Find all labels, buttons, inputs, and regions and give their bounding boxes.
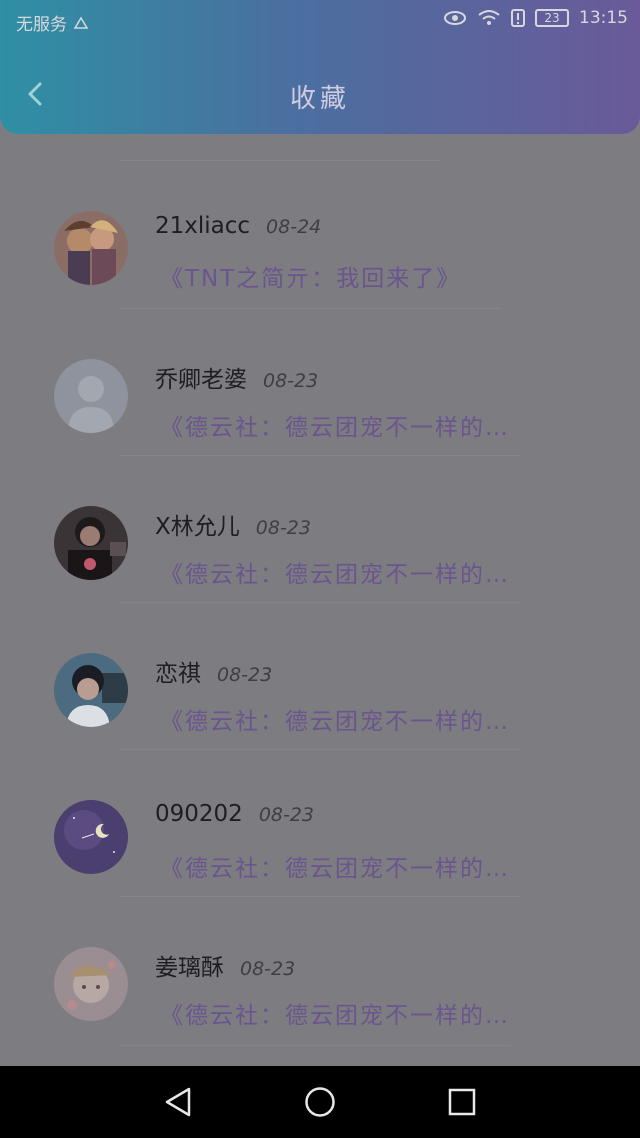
avatar[interactable] — [54, 947, 128, 1021]
list-item[interactable]: 姜璃酥 08-23 《德云社：德云团宠不一样的… — [0, 910, 640, 1057]
wifi-icon — [477, 9, 501, 27]
status-bar: 无服务 23 13:15 — [0, 0, 640, 44]
item-title[interactable]: 《TNT之简亓：我回来了》 — [160, 259, 461, 293]
item-title[interactable]: 《德云社：德云团宠不一样的… — [160, 702, 510, 736]
item-date: 08-23 — [255, 517, 311, 539]
avatar[interactable] — [54, 653, 128, 727]
user-name: X林允儿 — [155, 514, 240, 540]
triangle-back-icon — [163, 1086, 193, 1122]
item-title[interactable]: 《德云社：德云团宠不一样的… — [160, 996, 510, 1030]
item-title[interactable]: 《德云社：德云团宠不一样的… — [160, 555, 510, 589]
divider — [120, 602, 520, 603]
item-date: 08-24 — [266, 216, 322, 238]
divider — [120, 896, 520, 897]
item-title[interactable]: 《德云社：德云团宠不一样的… — [160, 849, 510, 883]
item-date: 08-23 — [263, 370, 319, 392]
app-header: 无服务 23 13:15 收藏 — [0, 0, 640, 134]
name-line: 090202 08-23 — [155, 801, 314, 827]
divider — [120, 1045, 510, 1046]
user-name: 乔卿老婆 — [155, 367, 247, 393]
alert-icon — [511, 9, 525, 27]
user-name: 090202 — [155, 801, 243, 827]
divider — [120, 749, 520, 750]
nav-recent-button[interactable] — [442, 1084, 482, 1124]
name-line: X林允儿 08-23 — [155, 507, 311, 541]
user-name: 姜璃酥 — [155, 955, 224, 981]
avatar[interactable] — [54, 800, 128, 874]
name-line: 乔卿老婆 08-23 — [155, 360, 318, 394]
list-item[interactable]: 21xliacc 08-24 《TNT之简亓：我回来了》 — [0, 175, 640, 322]
list-item[interactable]: X林允儿 08-23 《德云社：德云团宠不一样的… — [0, 469, 640, 616]
carrier-label: 无服务 — [16, 15, 67, 35]
battery-indicator: 23 — [535, 9, 569, 27]
list-item[interactable]: 090202 08-23 《德云社：德云团宠不一样的… — [0, 763, 640, 910]
avatar[interactable] — [54, 359, 128, 433]
divider — [120, 160, 440, 161]
name-line: 21xliacc 08-24 — [155, 213, 321, 239]
avatar[interactable] — [54, 211, 128, 285]
square-recent-icon — [448, 1088, 476, 1120]
sim-icon — [73, 16, 89, 30]
nav-home-button[interactable] — [300, 1084, 340, 1124]
avatar[interactable] — [54, 506, 128, 580]
status-left: 无服务 — [16, 10, 89, 35]
user-name: 21xliacc — [155, 213, 251, 239]
item-date: 08-23 — [240, 958, 296, 980]
list-item[interactable]: 乔卿老婆 08-23 《德云社：德云团宠不一样的… — [0, 322, 640, 469]
name-line: 恋祺 08-23 — [155, 654, 272, 688]
nav-back-button[interactable] — [158, 1084, 198, 1124]
system-nav-bar — [0, 1066, 640, 1138]
page-title: 收藏 — [289, 84, 350, 114]
circle-home-icon — [304, 1086, 336, 1122]
list-item[interactable]: 恋祺 08-23 《德云社：德云团宠不一样的… — [0, 616, 640, 763]
clock: 13:15 — [579, 8, 628, 28]
user-name: 恋祺 — [155, 661, 201, 687]
divider — [120, 455, 520, 456]
status-right: 23 13:15 — [443, 8, 628, 28]
eye-icon — [443, 10, 467, 26]
name-line: 姜璃酥 08-23 — [155, 948, 295, 982]
item-date: 08-23 — [217, 664, 273, 686]
item-date: 08-23 — [258, 804, 315, 826]
divider — [120, 308, 500, 309]
item-title[interactable]: 《德云社：德云团宠不一样的… — [160, 408, 510, 442]
